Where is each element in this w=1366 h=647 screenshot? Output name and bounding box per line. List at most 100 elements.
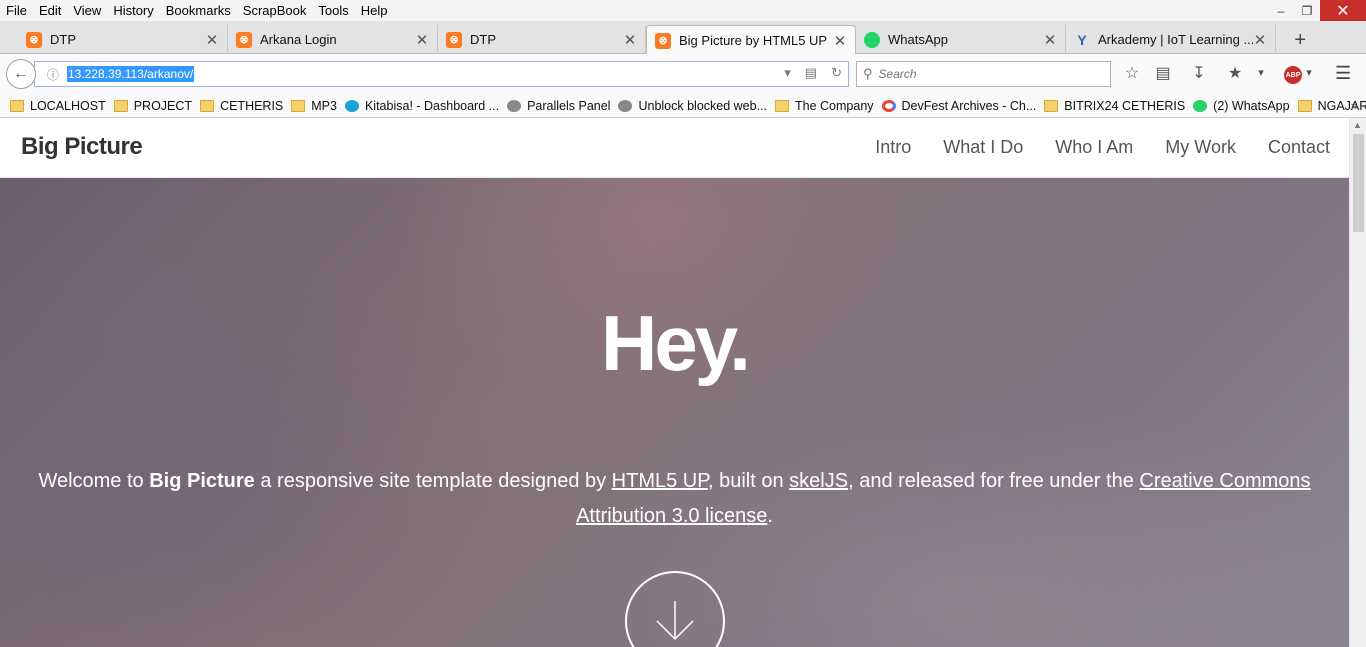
menu-tools[interactable]: Tools: [312, 3, 354, 18]
navigation-bar: ⓘ 13.228.39.113/arkanov/ ▾ ▤ ↻ ← ⚲ ☆ ▤ ↧…: [0, 54, 1366, 94]
site-nav: Intro What I Do Who I Am My Work Contact: [875, 137, 1330, 158]
search-box[interactable]: ⚲: [856, 61, 1111, 87]
minimize-icon[interactable]: –: [1268, 0, 1294, 21]
bookmark-whatsapp[interactable]: (2) WhatsApp: [1193, 98, 1290, 113]
tab-label: DTP: [470, 32, 496, 47]
open-menu-icon[interactable]: ☰: [1335, 63, 1351, 84]
intro-text: .: [767, 505, 773, 527]
menu-file[interactable]: File: [0, 3, 33, 18]
kitabisa-icon: [344, 99, 359, 112]
more-bookmarks-icon[interactable]: »: [1351, 98, 1358, 113]
arrow-down-icon: [656, 601, 694, 641]
tab-whatsapp[interactable]: WhatsApp ✕: [856, 25, 1066, 54]
site-info-icon[interactable]: ⓘ: [39, 66, 67, 83]
close-window-icon[interactable]: ✕: [1320, 0, 1366, 21]
nav-contact[interactable]: Contact: [1268, 137, 1330, 158]
menu-history[interactable]: History: [107, 3, 159, 18]
page-scrollbar[interactable]: ▲: [1349, 118, 1366, 647]
bookmark-label: Unblock blocked web...: [638, 98, 768, 113]
page-viewport: Big Picture Intro What I Do Who I Am My …: [0, 118, 1349, 647]
bookmark-label: Parallels Panel: [527, 98, 611, 113]
nav-what-i-do[interactable]: What I Do: [943, 137, 1023, 158]
tab-strip: ⊗ DTP ✕ ⊗ Arkana Login ✕ ⊗ DTP ✕ ⊗ Big P…: [0, 21, 1366, 55]
folder-icon: [200, 99, 215, 112]
close-tab-icon[interactable]: ✕: [1043, 31, 1057, 49]
menu-bookmarks[interactable]: Bookmarks: [160, 3, 237, 18]
bookmark-label: DevFest Archives - Ch...: [901, 98, 1037, 113]
scroll-down-button[interactable]: [625, 571, 725, 647]
close-tab-icon[interactable]: ✕: [833, 32, 847, 50]
tab-label: Arkademy | IoT Learning ...: [1098, 32, 1253, 47]
scrollbar-thumb[interactable]: [1353, 134, 1364, 232]
menu-edit[interactable]: Edit: [33, 3, 67, 18]
window-controls: – ❐ ✕: [1268, 0, 1366, 21]
close-tab-icon[interactable]: ✕: [415, 31, 429, 49]
bookmark-parallels[interactable]: Parallels Panel: [507, 99, 610, 113]
site-header: Big Picture Intro What I Do Who I Am My …: [0, 118, 1349, 178]
close-tab-icon[interactable]: ✕: [1253, 31, 1267, 49]
tab-label: Big Picture by HTML5 UP: [679, 33, 828, 48]
intro-text: Welcome to: [38, 470, 150, 492]
scrapbook-icon[interactable]: ★: [1224, 63, 1246, 83]
link-skeljs[interactable]: skelJS: [789, 470, 848, 492]
intro-text: a responsive site template designed by: [254, 470, 612, 492]
hero-section: Hey. Welcome to Big Picture a responsive…: [0, 178, 1349, 647]
reader-view-icon[interactable]: ▤: [805, 65, 817, 81]
tab-dtp-2[interactable]: ⊗ DTP ✕: [438, 25, 646, 54]
xampp-icon: ⊗: [655, 32, 671, 49]
new-tab-icon[interactable]: +: [1294, 29, 1306, 52]
downloads-icon[interactable]: ↧: [1188, 63, 1210, 83]
link-html5up[interactable]: HTML5 UP: [612, 470, 708, 492]
tab-arkana-login[interactable]: ⊗ Arkana Login ✕: [228, 25, 438, 54]
bookmark-label: CETHERIS: [220, 98, 284, 113]
scroll-up-icon[interactable]: ▲: [1353, 120, 1362, 130]
intro-text: , and released for free under the: [848, 470, 1140, 492]
bookmark-the-company[interactable]: The Company: [775, 99, 874, 113]
globe-icon: [507, 99, 522, 112]
bookmark-label: (2) WhatsApp: [1213, 98, 1290, 113]
bookmark-localhost[interactable]: LOCALHOST: [10, 99, 106, 113]
close-tab-icon[interactable]: ✕: [205, 31, 219, 49]
tab-arkademy[interactable]: Y Arkademy | IoT Learning ... ✕: [1066, 25, 1276, 54]
dropdown-history-icon[interactable]: ▾: [784, 65, 791, 81]
back-button[interactable]: ←: [6, 59, 36, 89]
url-text[interactable]: 13.228.39.113/arkanov/: [67, 66, 195, 82]
reload-icon[interactable]: ↻: [831, 65, 842, 81]
bookmark-devfest[interactable]: DevFest Archives - Ch...: [881, 98, 1037, 113]
folder-icon: [291, 99, 306, 112]
tab-label: Arkana Login: [260, 32, 337, 47]
scrapbook-dropdown-icon[interactable]: ▾: [1250, 66, 1272, 79]
library-icon[interactable]: ▤: [1152, 63, 1174, 83]
globe-icon: [618, 99, 633, 112]
bookmark-star-icon[interactable]: ☆: [1121, 63, 1143, 83]
arkademy-icon: Y: [1077, 31, 1087, 48]
folder-icon: [1297, 99, 1312, 112]
menu-help[interactable]: Help: [355, 3, 394, 18]
menu-scrapbook[interactable]: ScrapBook: [237, 3, 313, 18]
nav-who-i-am[interactable]: Who I Am: [1055, 137, 1133, 158]
adblock-dropdown-icon[interactable]: ▾: [1298, 66, 1320, 79]
bookmark-kitabisa[interactable]: Kitabisa! - Dashboard ...: [344, 99, 499, 113]
tab-dtp-1[interactable]: ⊗ DTP ✕: [18, 25, 228, 54]
xampp-icon: ⊗: [26, 31, 42, 48]
url-bar[interactable]: ⓘ 13.228.39.113/arkanov/ ▾ ▤ ↻: [34, 61, 849, 87]
menu-view[interactable]: View: [67, 3, 107, 18]
site-logo[interactable]: Big Picture: [21, 133, 143, 161]
restore-icon[interactable]: ❐: [1294, 0, 1320, 21]
bookmark-mp3[interactable]: MP3: [291, 99, 337, 113]
nav-intro[interactable]: Intro: [875, 137, 911, 158]
close-tab-icon[interactable]: ✕: [623, 31, 637, 49]
bookmark-unblock[interactable]: Unblock blocked web...: [618, 99, 767, 113]
bookmark-cetheris[interactable]: CETHERIS: [200, 99, 283, 113]
nav-my-work[interactable]: My Work: [1165, 137, 1236, 158]
hero-intro: Welcome to Big Picture a responsive site…: [0, 464, 1349, 534]
bookmark-bitrix24[interactable]: BITRIX24 CETHERIS: [1044, 99, 1185, 113]
search-input[interactable]: [878, 67, 1079, 81]
tab-big-picture[interactable]: ⊗ Big Picture by HTML5 UP ✕: [646, 25, 856, 55]
folder-icon: [113, 99, 128, 112]
bookmark-project[interactable]: PROJECT: [113, 99, 192, 113]
bookmark-label: MP3: [311, 98, 337, 113]
tab-label: WhatsApp: [888, 32, 948, 47]
hero-heading: Hey.: [601, 299, 751, 387]
folder-icon: [775, 99, 790, 112]
